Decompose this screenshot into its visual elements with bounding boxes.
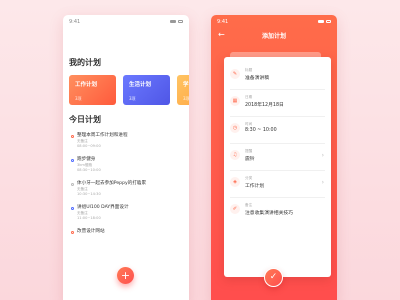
- today-plans-title: 今日计划: [69, 115, 101, 124]
- task-time: 11:00~18:00: [77, 216, 101, 220]
- plan-card-name: 工作计划: [75, 82, 98, 88]
- field-value: 注意收集演讲相关技巧: [245, 211, 293, 216]
- field-time[interactable]: ◷ 时间 8:30 ~ 10:00: [230, 117, 325, 144]
- bell-icon: ♫: [230, 150, 240, 160]
- status-time: 9:41: [217, 18, 229, 25]
- task-status-dot: [71, 183, 74, 186]
- field-notes[interactable]: ✐ 备注 注意收集演讲相关技巧: [230, 198, 325, 225]
- field-date[interactable]: ▦ 日期 2018年12月18日: [230, 90, 325, 117]
- plan-card-name: 生活计划: [129, 82, 152, 88]
- task-item[interactable]: 跑步健身 3km慢跑 08:30~10:00: [71, 157, 183, 181]
- task-time: 10:30~14:30: [77, 192, 101, 196]
- task-item[interactable]: 整理本周工作计划和进程 无备注 08:00~09:00: [71, 133, 183, 157]
- task-title: 改营设计网站: [77, 229, 105, 234]
- plan-card-count: 3项: [183, 96, 189, 101]
- chevron-right-icon: ›: [321, 152, 324, 159]
- page-title: 添加计划: [261, 33, 286, 40]
- my-plans-title: 我的计划: [69, 58, 101, 67]
- battery-icon: [326, 20, 331, 23]
- field-reminder[interactable]: ♫ 提醒 震铃 ›: [230, 144, 325, 171]
- plan-categories: 工作计划 3项 生活计划 3项 学习 3项: [69, 75, 189, 105]
- edit-icon: ✎: [230, 69, 240, 79]
- task-item[interactable]: 讲组UI100 DAY界面设计 无备注 11:00~18:00: [71, 205, 183, 229]
- field-value: 8:30 ~ 10:00: [245, 128, 277, 133]
- plan-card-name: 学习: [183, 82, 189, 88]
- field-label: 日期: [245, 95, 253, 99]
- plan-form: ✎ 标题 准备演讲稿 ▦ 日期 2018年12月18日 ◷ 时间 8:30 ~ …: [224, 57, 331, 277]
- status-bar: 9:41: [63, 15, 189, 25]
- status-icons: [170, 20, 183, 23]
- plan-card-work[interactable]: 工作计划 3项: [69, 75, 116, 105]
- field-label: 分类: [245, 176, 253, 180]
- field-label: 时间: [245, 122, 253, 126]
- task-time: 08:00~09:00: [77, 144, 101, 148]
- tag-icon: ◈: [230, 177, 240, 187]
- nav-header: ← 添加计划: [211, 29, 337, 43]
- plan-card-life[interactable]: 生活计划 3项: [123, 75, 170, 105]
- plan-list-screen: 9:41 我的计划 工作计划 3项 生活计划 3项 学习 3项 今日计划 整理本…: [63, 15, 189, 300]
- field-category[interactable]: ◈ 分类 工作计划 ›: [230, 171, 325, 198]
- task-status-dot: [71, 159, 74, 162]
- task-status-dot: [71, 207, 74, 210]
- today-task-list: 整理本周工作计划和进程 无备注 08:00~09:00 跑步健身 3km慢跑 0…: [71, 133, 183, 253]
- add-plan-screen: 9:41 ← 添加计划 ✎ 标题 准备演讲稿 ▦ 日期 2018年12月18日 …: [211, 15, 337, 300]
- clock-icon: ◷: [230, 123, 240, 133]
- field-label: 标题: [245, 68, 253, 72]
- calendar-icon: ▦: [230, 96, 240, 106]
- field-label: 备注: [245, 203, 253, 207]
- plan-card-study[interactable]: 学习 3项: [177, 75, 189, 105]
- field-label: 提醒: [245, 149, 253, 153]
- task-item[interactable]: 体小牙一起去参加Peppy的打瞌累 无备注 10:30~14:30: [71, 181, 183, 205]
- confirm-button[interactable]: ✓: [264, 268, 283, 287]
- task-status-dot: [71, 231, 74, 234]
- status-time: 9:41: [69, 18, 81, 25]
- battery-icon: [178, 20, 183, 23]
- signal-icon: [170, 20, 176, 23]
- task-item[interactable]: 改营设计网站: [71, 229, 183, 253]
- plan-card-count: 3项: [75, 96, 82, 101]
- field-value: 震铃: [245, 157, 255, 162]
- status-icons: [318, 20, 331, 23]
- field-value: 准备演讲稿: [245, 76, 269, 81]
- field-value: 2018年12月18日: [245, 103, 284, 108]
- field-value: 工作计划: [245, 184, 265, 189]
- status-bar: 9:41: [211, 15, 337, 25]
- task-time: 08:30~10:00: [77, 168, 101, 172]
- plan-card-count: 3项: [129, 96, 136, 101]
- signal-icon: [318, 20, 324, 23]
- field-title[interactable]: ✎ 标题 准备演讲稿: [230, 63, 325, 90]
- note-icon: ✐: [230, 204, 240, 214]
- chevron-right-icon: ›: [321, 179, 324, 186]
- task-status-dot: [71, 135, 74, 138]
- add-plan-button[interactable]: +: [117, 267, 134, 284]
